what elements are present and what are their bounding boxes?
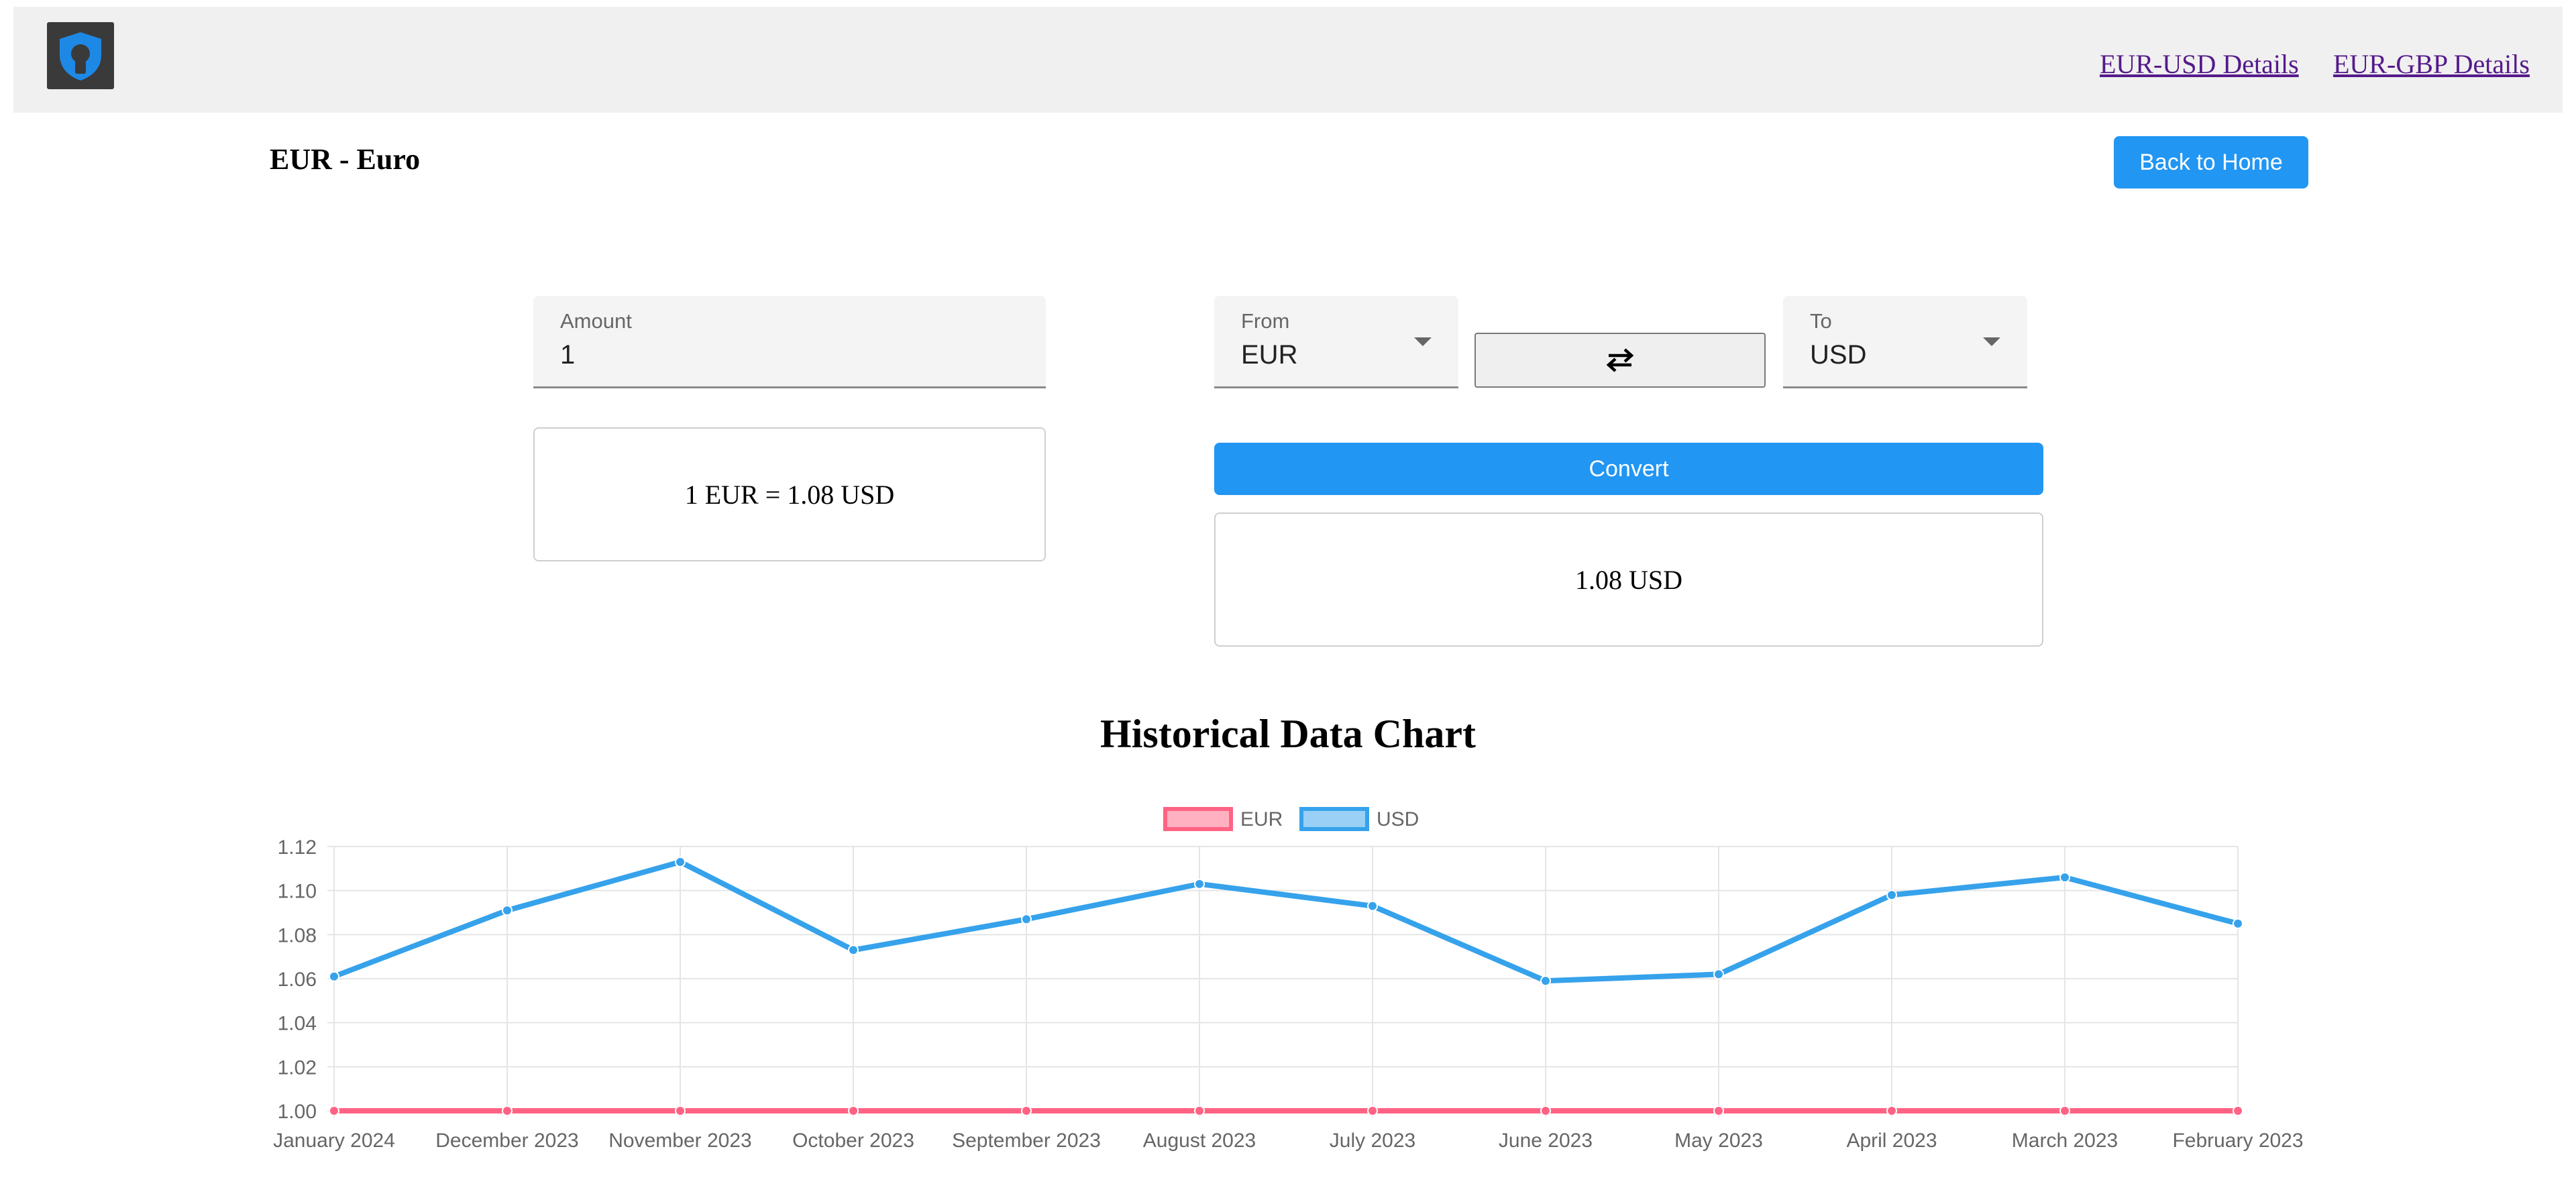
- series-line-usd: [333, 859, 2239, 984]
- conversion-result-text: 1.08 USD: [1574, 564, 1683, 595]
- x-tick-label: January 2024: [273, 1130, 395, 1152]
- x-tick-label: February 2023: [2172, 1130, 2303, 1152]
- legend-label-eur: EUR: [1240, 808, 1283, 830]
- chevron-down-icon: [1983, 337, 2000, 346]
- data-point-usd: [502, 905, 513, 916]
- to-value: USD: [1810, 340, 1867, 370]
- data-point-usd: [1713, 969, 1724, 980]
- data-point-eur: [1713, 1105, 1724, 1116]
- data-point-eur: [1021, 1105, 1032, 1116]
- from-label: From: [1241, 309, 1290, 333]
- app-logo[interactable]: [47, 22, 114, 89]
- top-navbar: EUR-USD Details EUR-GBP Details: [13, 7, 2563, 113]
- x-tick-label: September 2023: [952, 1130, 1101, 1152]
- data-point-eur: [1367, 1105, 1378, 1116]
- y-tick-label: 1.04: [278, 1013, 317, 1035]
- to-label: To: [1810, 309, 1832, 333]
- amount-label: Amount: [560, 309, 632, 333]
- page-title: EUR - Euro: [270, 143, 421, 176]
- data-point-usd: [1021, 914, 1032, 925]
- amount-input[interactable]: 1: [560, 340, 575, 370]
- x-tick-label: May 2023: [1674, 1130, 1763, 1152]
- data-point-eur: [329, 1105, 339, 1116]
- y-tick-label: 1.00: [278, 1101, 317, 1123]
- swap-arrows-icon: [1606, 348, 1634, 372]
- y-tick-label: 1.10: [278, 881, 317, 903]
- data-point-eur: [675, 1105, 686, 1116]
- x-tick-label: July 2023: [1330, 1130, 1415, 1152]
- conversion-result-box: 1.08 USD: [1214, 512, 2043, 647]
- x-tick-label: August 2023: [1143, 1130, 1256, 1152]
- nav-link-eur-usd[interactable]: EUR-USD Details: [2100, 48, 2299, 80]
- legend-label-usd: USD: [1377, 808, 1419, 830]
- swap-currencies-button[interactable]: [1474, 333, 1766, 388]
- to-currency-select[interactable]: To USD: [1783, 296, 2027, 388]
- data-point-usd: [329, 971, 339, 982]
- y-tick-label: 1.08: [278, 924, 317, 946]
- data-point-eur: [1540, 1105, 1551, 1116]
- x-tick-label: April 2023: [1846, 1130, 1937, 1152]
- chart-title: Historical Data Chart: [1100, 712, 1476, 756]
- data-point-usd: [675, 856, 686, 867]
- back-to-home-button[interactable]: Back to Home: [2114, 136, 2308, 188]
- data-point-usd: [2233, 918, 2243, 929]
- exchange-rate-text: 1 EUR = 1.08 USD: [684, 479, 895, 510]
- data-point-eur: [2233, 1105, 2243, 1116]
- data-point-eur: [2059, 1105, 2070, 1116]
- from-currency-select[interactable]: From EUR: [1214, 296, 1458, 388]
- data-point-usd: [1886, 889, 1897, 901]
- legend-swatch-eur: [1163, 807, 1233, 831]
- data-point-usd: [1367, 900, 1378, 912]
- convert-button[interactable]: Convert: [1214, 443, 2043, 495]
- legend-swatch-usd: [1299, 807, 1369, 831]
- data-point-usd: [2059, 871, 2070, 883]
- amount-field[interactable]: Amount 1: [533, 296, 1046, 388]
- x-tick-label: June 2023: [1499, 1130, 1593, 1152]
- historical-line-chart: 1.00 1.02 1.04 1.06 1.08 1.10 1.12 January 2024…: [273, 807, 2304, 1152]
- x-tick-label: March 2023: [2012, 1130, 2118, 1152]
- y-tick-label: 1.02: [278, 1056, 317, 1079]
- chevron-down-icon: [1414, 337, 1432, 346]
- y-tick-label: 1.06: [278, 969, 317, 991]
- data-point-eur: [848, 1105, 859, 1116]
- data-point-usd: [1194, 878, 1205, 889]
- data-point-eur: [1886, 1105, 1897, 1116]
- nav-link-eur-gbp[interactable]: EUR-GBP Details: [2333, 48, 2530, 80]
- exchange-rate-box: 1 EUR = 1.08 USD: [533, 427, 1046, 561]
- data-point-eur: [1194, 1105, 1205, 1116]
- x-tick-label: November 2023: [608, 1130, 751, 1152]
- shield-logo-icon: [60, 32, 101, 80]
- y-tick-label: 1.12: [278, 836, 317, 859]
- data-point-usd: [848, 944, 859, 956]
- x-tick-label: October 2023: [792, 1130, 914, 1152]
- data-point-eur: [502, 1105, 513, 1116]
- data-point-usd: [1540, 975, 1551, 987]
- x-tick-label: December 2023: [435, 1130, 578, 1152]
- from-value: EUR: [1241, 340, 1298, 370]
